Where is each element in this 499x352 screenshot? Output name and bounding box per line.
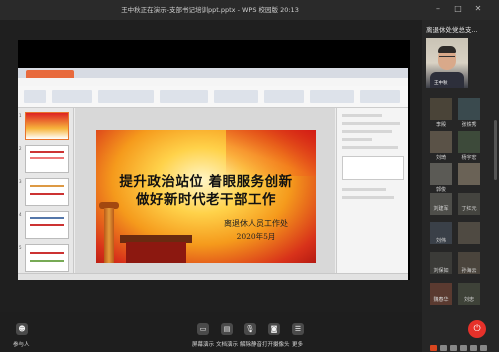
meeting-name: 离退休处党总支... (426, 26, 478, 34)
participants-icon[interactable]: ☻ (16, 323, 28, 335)
pane-line (342, 114, 382, 117)
participant-name: 张铁秀 (461, 122, 477, 128)
wps-document-tab (26, 70, 74, 78)
thumb-number: 1 (19, 113, 22, 118)
participant-video[interactable] (458, 131, 480, 153)
system-tray (430, 344, 496, 352)
more-label[interactable]: 更多 (292, 340, 303, 348)
participant-name: 刘建军 (433, 206, 449, 212)
slide-canvas: 提升政治站位 着眼服务创新 做好新时代老干部工作 离退休人员工作处 2020年5… (75, 108, 335, 273)
participant-video[interactable] (458, 222, 480, 244)
document-share-icon[interactable]: ▤ (221, 323, 233, 335)
tray-icon[interactable] (440, 345, 447, 351)
slide-title-line2: 做好新时代老干部工作 (136, 192, 276, 208)
participant-video[interactable] (430, 131, 452, 153)
wps-menu-bar (18, 78, 408, 86)
participant-video[interactable] (430, 163, 452, 185)
participant-name: 杨宇宏 (461, 155, 477, 161)
ribbon-group (160, 90, 208, 103)
participant-name: 李殿 (435, 122, 446, 128)
tray-icon[interactable] (460, 345, 467, 351)
leave-meeting-button[interactable]: ⏻ (468, 320, 486, 338)
wps-tab-bar (18, 68, 408, 78)
participant-name: 丁红元 (461, 206, 477, 212)
pane-line (342, 188, 386, 191)
participant-video[interactable] (458, 163, 480, 185)
wps-status-bar (18, 273, 408, 280)
thumb-number: 4 (19, 212, 22, 217)
screen-share-label[interactable]: 屏幕演示 (192, 340, 214, 348)
ribbon-group (360, 90, 400, 103)
thumb-number: 2 (19, 146, 22, 151)
participant-video[interactable] (458, 98, 480, 120)
slide-date: 2020年5月 (236, 232, 276, 241)
participant-name: 刘伟 (435, 238, 446, 244)
more-icon[interactable]: ☰ (292, 323, 304, 335)
thumb-number: 3 (19, 179, 22, 184)
pane-box (342, 156, 404, 180)
participants-label[interactable]: 参与人 (13, 340, 30, 348)
pane-line (342, 122, 400, 125)
participant-name: 刘保如 (433, 268, 449, 274)
tiananmen-decoration (126, 242, 186, 263)
camera-off-icon[interactable]: ◙ (268, 323, 280, 335)
screen-share-icon[interactable]: ▭ (197, 323, 209, 335)
participant-name: 刘忠 (463, 297, 474, 303)
participant-name: 刘琦 (435, 155, 446, 161)
tray-icon[interactable] (470, 345, 477, 351)
ribbon-group (98, 90, 154, 103)
task-pane (336, 108, 408, 273)
speaker-name: 王中秋 (434, 81, 448, 86)
ribbon-group (52, 90, 92, 103)
slide-thumbnail[interactable] (25, 211, 69, 239)
pane-line (342, 146, 398, 149)
slide-thumbnail[interactable] (25, 244, 69, 272)
participant-name: 孙海云 (461, 268, 477, 274)
slide: 提升政治站位 着眼服务创新 做好新时代老干部工作 离退休人员工作处 2020年5… (96, 130, 316, 263)
ribbon-group (214, 90, 258, 103)
pane-line (342, 196, 394, 199)
ribbon-group (310, 90, 354, 103)
pane-line (342, 130, 392, 133)
slide-title-line1: 提升政治站位 着眼服务创新 (119, 174, 293, 190)
document-share-label[interactable]: 文档演示 (216, 340, 238, 348)
thumb-number: 5 (19, 245, 22, 250)
ribbon-group (24, 90, 46, 103)
slide-thumbnail-pane: 1 2 3 4 5 (18, 108, 74, 273)
pane-line (342, 138, 372, 141)
minimize-icon[interactable]: – (432, 3, 444, 15)
huabiao-decoration (104, 208, 114, 263)
participant-name: 郭俊 (435, 187, 446, 193)
ribbon-group (264, 90, 304, 103)
speaker-figure (439, 56, 455, 59)
speaker-figure (438, 46, 456, 53)
tray-icon[interactable] (430, 345, 437, 351)
camera-label[interactable]: 打开摄像头 (262, 340, 290, 348)
unmute-label[interactable]: 解除静音 (240, 340, 262, 348)
tray-icon[interactable] (450, 345, 457, 351)
close-icon[interactable]: ✕ (472, 3, 484, 15)
window-title: 王中秋正在演示-支部书记培训ppt.pptx - WPS 校园版 20:13 (121, 6, 299, 14)
participant-name: 魏春华 (433, 297, 449, 303)
slide-thumbnail[interactable] (25, 112, 69, 140)
wps-window: 1 2 3 4 5 提升政治站位 着眼服务创新 做好新时代老干部工作 离退休人员… (18, 68, 408, 280)
shared-screen: 1 2 3 4 5 提升政治站位 着眼服务创新 做好新时代老干部工作 离退休人员… (18, 40, 410, 280)
slide-thumbnail[interactable] (25, 178, 69, 206)
title-bar: 王中秋正在演示-支部书记培训ppt.pptx - WPS 校园版 20:13 –… (0, 0, 499, 20)
maximize-icon[interactable]: □ (452, 3, 464, 15)
slide-organization: 离退休人员工作处 (224, 219, 288, 228)
slide-thumbnail[interactable] (25, 145, 69, 173)
wps-ribbon (18, 86, 408, 108)
microphone-muted-icon[interactable]: 🎙 (244, 323, 256, 335)
participant-video[interactable] (430, 98, 452, 120)
sidebar-scrollbar[interactable] (494, 120, 497, 180)
tray-icon[interactable] (480, 345, 487, 351)
